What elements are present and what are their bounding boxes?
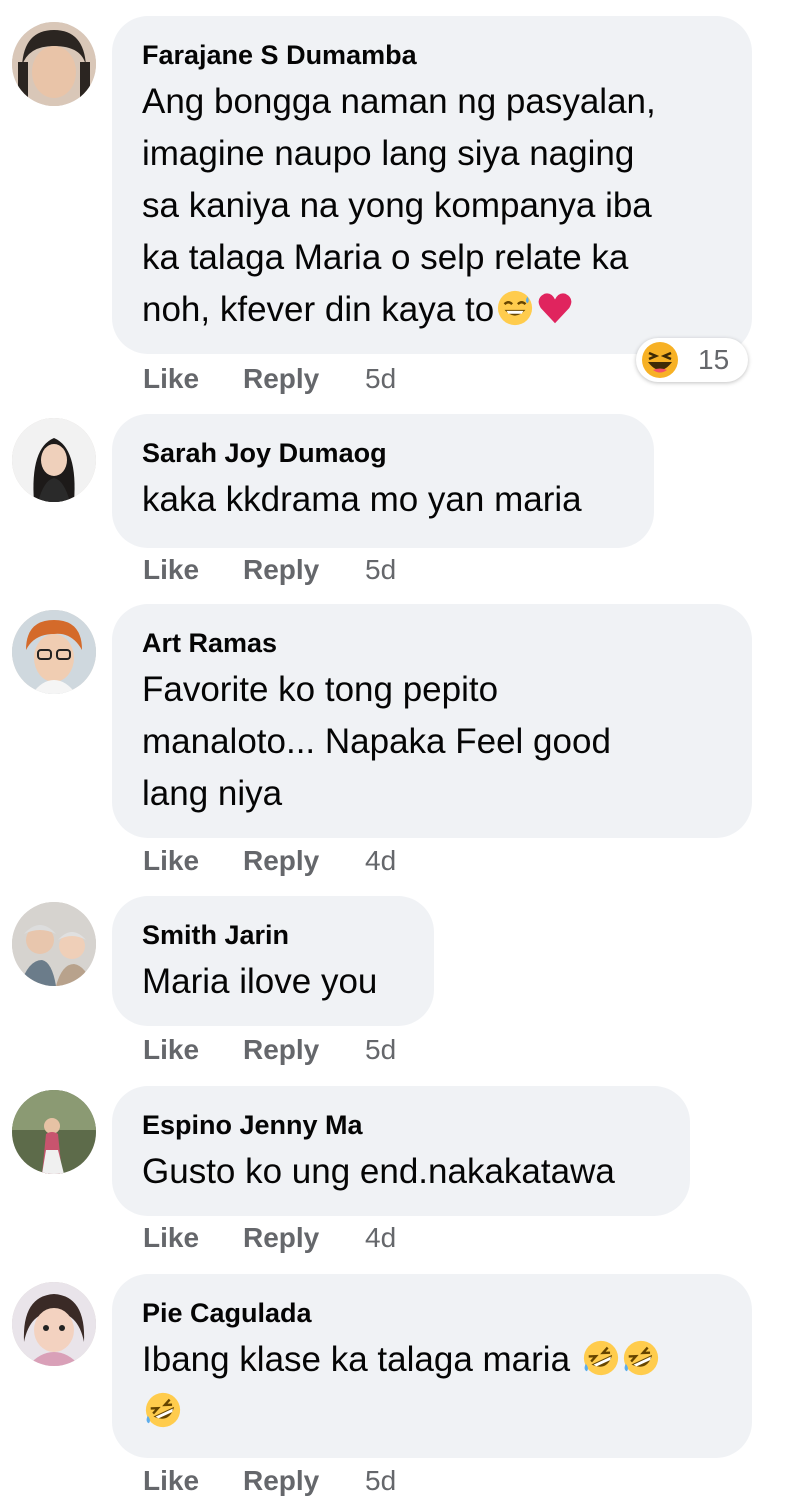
comment-text: Ibang klase ka talaga maria	[142, 1334, 722, 1438]
comment-author[interactable]: Pie Cagulada	[142, 1296, 722, 1330]
rolling-laughing-emoji	[583, 1340, 618, 1376]
reaction-count: 15	[698, 344, 730, 375]
like-button[interactable]: Like	[143, 363, 199, 395]
comment-timestamp[interactable]: 5d	[365, 1465, 396, 1497]
comment-bubble: Art Ramas Favorite ko tong pepito manalo…	[112, 604, 752, 838]
avatar[interactable]	[12, 418, 96, 502]
comment-timestamp[interactable]: 5d	[365, 554, 396, 586]
red-heart-emoji	[538, 293, 572, 324]
comment-author[interactable]: Espino Jenny Ma	[142, 1108, 660, 1142]
reply-button[interactable]: Reply	[243, 1465, 319, 1497]
reaction-summary[interactable]: 15	[636, 338, 748, 382]
comment-text: Maria ilove you	[142, 962, 378, 1001]
haha-reaction-icon	[642, 342, 678, 378]
avatar[interactable]	[12, 610, 96, 694]
like-button[interactable]: Like	[143, 554, 199, 586]
comment-text: Favorite ko tong pepito manaloto... Napa…	[142, 670, 611, 813]
reply-button[interactable]: Reply	[243, 1222, 319, 1254]
comment-timestamp[interactable]: 5d	[365, 1034, 396, 1066]
rolling-laughing-emoji	[145, 1392, 181, 1428]
comment-timestamp[interactable]: 5d	[365, 363, 396, 395]
comment-bubble: Smith Jarin Maria ilove you	[112, 896, 434, 1026]
comment-timestamp[interactable]: 4d	[365, 845, 396, 877]
comment-author[interactable]: Art Ramas	[142, 626, 722, 660]
comment-text: Ang bongga naman ng pasyalan, imagine na…	[142, 82, 656, 329]
rolling-laughing-emoji	[623, 1340, 658, 1376]
like-button[interactable]: Like	[143, 1222, 199, 1254]
reply-button[interactable]: Reply	[243, 1034, 319, 1066]
comment-bubble: Pie Cagulada Ibang klase ka talaga maria	[112, 1274, 752, 1458]
comment-bubble: Sarah Joy Dumaog kaka kkdrama mo yan mar…	[112, 414, 654, 548]
avatar[interactable]	[12, 1090, 96, 1174]
comment-author[interactable]: Smith Jarin	[142, 918, 404, 952]
comment-author[interactable]: Sarah Joy Dumaog	[142, 436, 624, 470]
like-button[interactable]: Like	[143, 1034, 199, 1066]
comment-author[interactable]: Farajane S Dumamba	[142, 38, 722, 72]
reply-button[interactable]: Reply	[243, 363, 319, 395]
reply-button[interactable]: Reply	[243, 554, 319, 586]
like-button[interactable]: Like	[143, 1465, 199, 1497]
comment-bubble: Farajane S Dumamba Ang bongga naman ng p…	[112, 16, 752, 354]
comment-text: Gusto ko ung end.nakakatawa	[142, 1152, 615, 1191]
comment-bubble: Espino Jenny Ma Gusto ko ung end.nakakat…	[112, 1086, 690, 1216]
reply-button[interactable]: Reply	[243, 845, 319, 877]
avatar[interactable]	[12, 22, 96, 106]
comment-text: kaka kkdrama mo yan maria	[142, 480, 582, 519]
comment-timestamp[interactable]: 4d	[365, 1222, 396, 1254]
like-button[interactable]: Like	[143, 845, 199, 877]
avatar[interactable]	[12, 1282, 96, 1366]
avatar[interactable]	[12, 902, 96, 986]
grinning-sweat-emoji	[498, 290, 533, 326]
